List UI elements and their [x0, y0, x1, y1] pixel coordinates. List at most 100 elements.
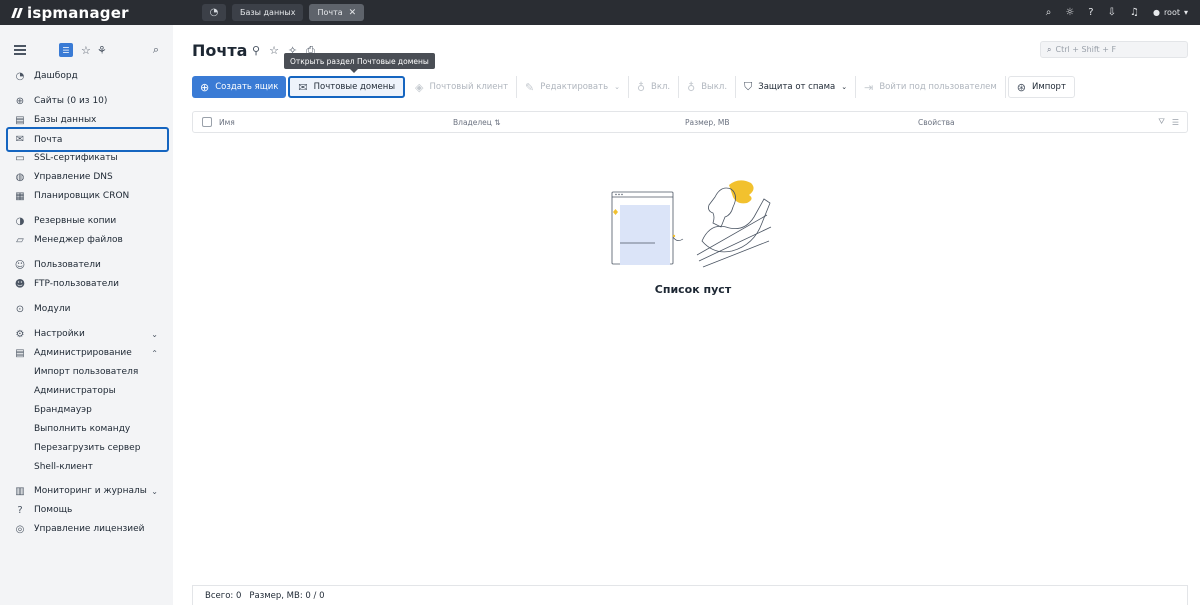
filter-icon[interactable]: ⛛ — [1158, 117, 1165, 127]
sidebar-item-firewall[interactable]: Брандмауэр — [0, 401, 173, 419]
import-button[interactable]: ⊛ Импорт — [1007, 76, 1075, 98]
monitoring-icon: ▥ — [15, 485, 25, 497]
tab-mail[interactable]: Почта ✕ — [309, 4, 365, 21]
table-footer: Всего: 0 Размер, MB: 0 / 0 — [192, 585, 1188, 605]
chevron-down-icon: ▾ — [1183, 8, 1188, 17]
sidebar-item-monitoring[interactable]: ▥ Мониторинг и журналы ⌄ — [0, 482, 173, 500]
admin-icon: ▤ — [15, 347, 25, 359]
search-icon: ⌕ — [1047, 44, 1052, 54]
sidebar-item-cron[interactable]: ▦ Планировщик CRON — [0, 187, 173, 205]
backup-icon: ◑ — [15, 215, 25, 227]
edit-button[interactable]: ✎ Редактировать ⌄ — [517, 76, 629, 98]
mail-icon: ✉ — [15, 134, 25, 145]
favorite-star-icon[interactable]: ☆ — [269, 44, 279, 58]
ssl-icon: ▭ — [15, 152, 25, 164]
top-bar: ispmanager ◔ Базы данных Почта ✕ ⌕ ☼ ? ⇩… — [0, 0, 1200, 25]
sidebar-item-users[interactable]: ☺ Пользователи — [0, 256, 173, 274]
sidebar-item-modules[interactable]: ⊙ Модули — [0, 300, 173, 318]
sidebar-item-dns[interactable]: ◍ Управление DNS — [0, 168, 173, 186]
logo-mark-icon — [11, 7, 24, 18]
tree-view-icon[interactable]: ⚘ — [97, 44, 107, 57]
notifications-bell-icon[interactable]: ♫ — [1130, 7, 1139, 18]
list-view-icon[interactable]: ☰ — [59, 43, 73, 57]
column-name[interactable]: Имя — [219, 118, 235, 127]
login-icon: ⇥ — [864, 80, 874, 94]
sidebar-item-ssl[interactable]: ▭ SSL-сертификаты — [0, 149, 173, 167]
sidebar-item-sites[interactable]: ⊕ Сайты (0 из 10) — [0, 92, 173, 110]
calendar-icon: ▦ — [15, 190, 25, 202]
sidebar-item-file-manager[interactable]: ▱ Менеджер файлов — [0, 231, 173, 249]
globe-icon: ⊕ — [15, 95, 25, 107]
sort-icon: ⇅ — [494, 117, 501, 127]
chevron-up-icon: ⌃ — [151, 348, 158, 358]
top-icons: ⌕ ☼ ? ⇩ ♫ ● root ▾ — [1046, 7, 1200, 18]
user-menu[interactable]: ● root ▾ — [1153, 8, 1188, 17]
mail-domains-button[interactable]: ✉ Почтовые домены — [288, 76, 406, 98]
toolbar: ⊕ Создать ящик ✉ Почтовые домены ◈ Почтовый… — [192, 76, 1075, 98]
column-owner[interactable]: Владелец ⇅ — [453, 118, 501, 127]
mail-domains-icon: ✉ — [298, 80, 308, 94]
license-icon: ◎ — [15, 523, 25, 535]
sidebar-item-administration[interactable]: ▤ Администрирование ⌃ — [0, 344, 173, 362]
page-title: Почта — [192, 41, 248, 60]
empty-list-text: Список пуст — [654, 283, 732, 296]
link-icon[interactable]: ⚲ — [252, 44, 260, 58]
sidebar-item-dashboard[interactable]: ◔ Дашборд — [0, 67, 173, 85]
tab-close-icon[interactable]: ✕ — [349, 8, 357, 18]
mail-client-icon: ◈ — [415, 80, 424, 94]
global-search-icon[interactable]: ⌕ — [1046, 7, 1052, 18]
ftp-user-icon: ☻ — [14, 278, 26, 290]
sidebar-search-icon[interactable]: ⌕ — [153, 43, 159, 57]
enable-button[interactable]: ♁ Вкл. — [629, 76, 680, 98]
settings-icon: ⚙ — [15, 328, 25, 340]
disable-button[interactable]: ♁ Выкл. — [679, 76, 737, 98]
sidebar-item-shell-client[interactable]: Shell-клиент — [0, 458, 173, 476]
plus-circle-icon: ⊕ — [200, 80, 210, 94]
tab-bar: ◔ Базы данных Почта ✕ — [202, 4, 365, 21]
sidebar-item-help[interactable]: ? Помощь — [0, 501, 173, 519]
sidebar-item-import-user[interactable]: Импорт пользователя — [0, 363, 173, 381]
favorites-star-icon[interactable]: ☆ — [81, 44, 91, 57]
main-content: Почта ⚲ ☆ ✧ ⎙ ⌕ Ctrl + Shift + F ⊕ Создат… — [173, 25, 1200, 605]
theme-sun-icon[interactable]: ☼ — [1065, 7, 1074, 18]
total-count: Всего: 0 — [205, 590, 242, 601]
search-input[interactable]: ⌕ Ctrl + Shift + F — [1040, 41, 1188, 58]
sidebar-item-run-command[interactable]: Выполнить команду — [0, 420, 173, 438]
total-size: Размер, MB: 0 / 0 — [249, 590, 325, 601]
login-as-user-button[interactable]: ⇥ Войти под пользователем — [856, 76, 1006, 98]
chevron-down-icon: ⌄ — [614, 83, 620, 91]
bulb-on-icon: ♁ — [636, 80, 646, 94]
database-icon: ▤ — [15, 114, 25, 126]
sidebar-item-administrators[interactable]: Администраторы — [0, 382, 173, 400]
sidebar-item-reboot-server[interactable]: Перезагрузить сервер — [0, 439, 173, 457]
modules-icon: ⊙ — [15, 303, 25, 315]
edit-icon: ✎ — [525, 80, 535, 94]
import-globe-icon: ⊛ — [1016, 80, 1027, 94]
create-mailbox-button[interactable]: ⊕ Создать ящик — [192, 76, 287, 98]
chevron-down-icon: ⌄ — [151, 329, 158, 339]
sidebar-item-backups[interactable]: ◑ Резервные копии — [0, 212, 173, 230]
folder-icon: ▱ — [16, 234, 24, 246]
mail-client-button[interactable]: ◈ Почтовый клиент — [407, 76, 518, 98]
tab-databases[interactable]: Базы данных — [232, 4, 304, 21]
shield-icon: ⛉ — [744, 80, 753, 93]
menu-burger-icon[interactable] — [14, 45, 26, 55]
chevron-down-icon: ⌄ — [151, 486, 158, 496]
select-all-checkbox[interactable] — [202, 117, 212, 127]
app-logo[interactable]: ispmanager — [11, 4, 177, 22]
help-icon[interactable]: ? — [1088, 7, 1093, 18]
spam-protection-button[interactable]: ⛉ Защита от спама ⌄ — [736, 76, 857, 98]
chevron-down-icon: ⌄ — [841, 83, 848, 91]
column-properties[interactable]: Свойства — [918, 118, 955, 127]
tooltip: Открыть раздел Почтовые домены — [284, 53, 435, 73]
table-header: Имя Владелец ⇅ Размер, MB Свойства ⛛ ☰ — [192, 111, 1188, 133]
help-icon: ? — [17, 504, 23, 516]
bulb-off-icon: ♁ — [687, 80, 696, 94]
download-icon[interactable]: ⇩ — [1108, 7, 1116, 18]
tab-dashboard-icon[interactable]: ◔ — [202, 4, 226, 21]
sidebar-item-ftp-users[interactable]: ☻ FTP-пользователи — [0, 275, 173, 293]
sidebar-item-license[interactable]: ◎ Управление лицензией — [0, 520, 173, 538]
sidebar-item-settings[interactable]: ⚙ Настройки ⌄ — [0, 325, 173, 343]
column-size[interactable]: Размер, MB — [685, 118, 730, 127]
columns-settings-icon[interactable]: ☰ — [1172, 118, 1179, 127]
